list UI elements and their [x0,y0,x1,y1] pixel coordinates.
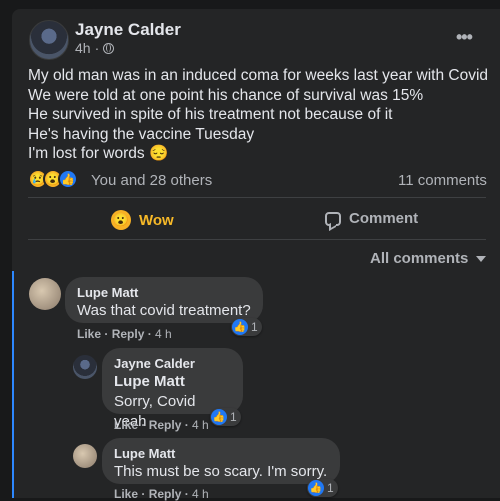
comment-like-count[interactable]: 👍 1 [307,479,338,497]
reaction-icons[interactable]: 😢 😮 👍 [28,169,78,189]
comment-text: Was that covid treatment? [77,302,251,319]
comment-reply-link[interactable]: Reply [149,487,182,501]
author-avatar[interactable] [29,20,69,60]
thread-indicator [12,271,14,498]
comments-count[interactable]: 11 comments [398,172,487,189]
post-line: He survived in spite of his treatment no… [28,106,393,123]
like-icon: 👍 [308,480,324,496]
commenter-name[interactable]: Lupe Matt [114,445,328,462]
like-icon: 👍 [211,409,227,425]
post-line: My old man was in an induced coma for we… [28,67,489,84]
post-line: I'm lost for words 😔 [28,145,169,162]
mention-tag[interactable]: Lupe Matt [114,372,231,392]
post-line: We were told at one point his chance of … [28,86,424,104]
comment-actions: Like · Reply · 4 h [77,327,172,341]
commenter-name[interactable]: Lupe Matt [77,284,251,301]
comment-label: Comment [349,210,419,227]
post-body: My old man was in an induced coma for we… [28,66,493,164]
comment-reply-link[interactable]: Reply [112,327,145,341]
divider [28,239,486,240]
commenter-avatar[interactable] [73,444,97,468]
comment-icon [325,211,341,226]
comment-time[interactable]: 4 h [192,418,209,432]
comment-actions: Like · Reply · 4 h [114,418,209,432]
comment-like-link[interactable]: Like [114,487,138,501]
wow-button[interactable]: 😮 Wow [111,210,174,230]
comment-reply-link[interactable]: Reply [149,418,182,432]
comment-bubble: Lupe Matt Was that covid treatment? [65,277,263,323]
comment-time[interactable]: 4 h [155,327,172,341]
comments-filter-label: All comments [370,250,469,267]
comment-time[interactable]: 4 h [192,487,209,501]
comment-like-count[interactable]: 👍 1 [231,318,262,336]
comment-button[interactable]: Comment [325,210,418,227]
post-time[interactable]: 4h [75,40,91,56]
comment-like-link[interactable]: Like [114,418,138,432]
comments-filter-dropdown[interactable]: All comments [370,250,487,267]
chevron-down-icon [476,255,487,262]
wow-icon: 😮 [111,210,131,230]
more-options-icon[interactable]: ••• [456,27,473,48]
comment-like-count[interactable]: 👍 1 [210,408,241,426]
globe-icon [103,42,115,54]
comment-text: This must be so scary. I'm sorry. [114,463,328,480]
post-author[interactable]: Jayne Calder [75,20,181,40]
comment-bubble: Jayne Calder Lupe Matt Sorry, Covid yeah [102,348,243,430]
post-line: He's having the vaccine Tuesday [28,125,255,143]
reactions-summary[interactable]: You and 28 others [91,172,212,189]
commenter-name[interactable]: Jayne Calder [114,355,231,372]
like-icon: 👍 [232,319,248,335]
like-icon: 👍 [58,169,78,189]
post-meta: 4h · [75,40,115,56]
commenter-avatar[interactable] [29,278,61,310]
commenter-avatar[interactable] [73,355,97,379]
comment-bubble: Lupe Matt This must be so scary. I'm sor… [102,438,340,484]
comment-actions: Like · Reply · 4 h [114,487,209,501]
wow-label: Wow [139,211,174,229]
divider [28,197,486,198]
comment-like-link[interactable]: Like [77,327,101,341]
